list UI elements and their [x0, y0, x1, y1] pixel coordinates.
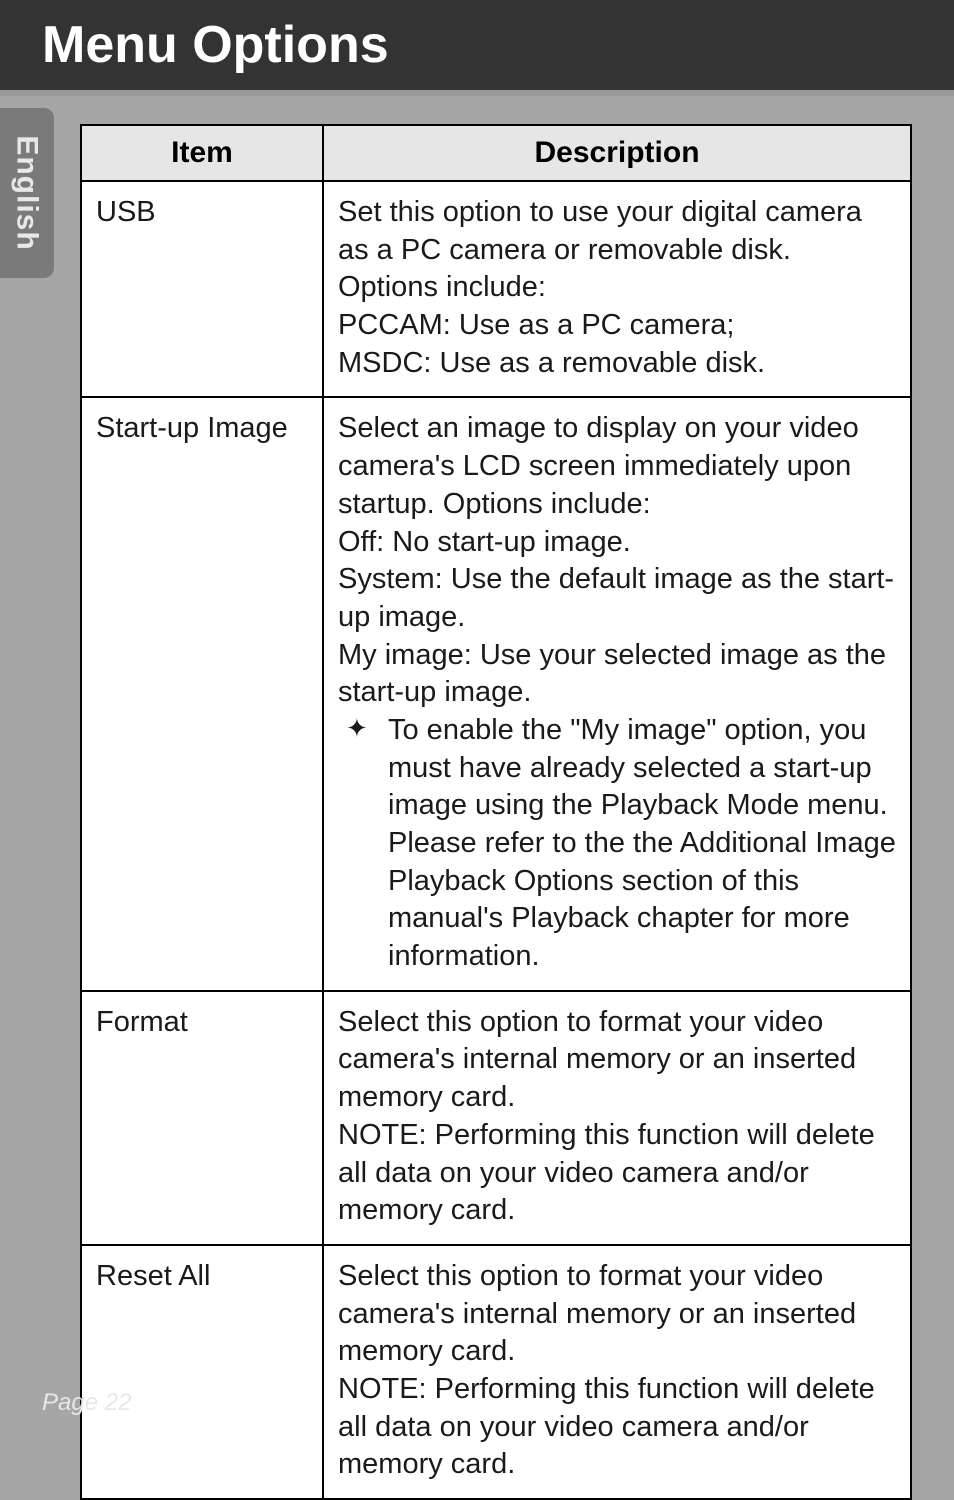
header-band: Menu Options [0, 0, 954, 96]
page-title: Menu Options [42, 15, 389, 75]
description-sublist: ✦ To enable the "My image" option, you m… [338, 712, 896, 976]
item-cell: Format [81, 991, 323, 1245]
content-area: Item Description USB Set this option to … [80, 124, 912, 1500]
description-line: Select an image to display on your video… [338, 410, 896, 523]
description-line: My image: Use your selected image as the… [338, 637, 896, 712]
description-cell: Set this option to use your digital came… [323, 181, 911, 397]
description-line: NOTE: Performing this function will dele… [338, 1371, 896, 1484]
description-line: PCCAM: Use as a PC camera; [338, 307, 896, 345]
description-line: NOTE: Performing this function will dele… [338, 1117, 896, 1230]
description-line: Select this option to format your video … [338, 1258, 896, 1371]
description-line: MSDC: Use as a removable disk. [338, 345, 896, 383]
description-line: Off: No start-up image. [338, 524, 896, 562]
table-header-description: Description [323, 125, 911, 181]
description-cell: Select this option to format your video … [323, 991, 911, 1245]
table-row: Reset All Select this option to format y… [81, 1245, 911, 1499]
table-header-item: Item [81, 125, 323, 181]
language-tab-label: English [10, 135, 44, 250]
table-row: Format Select this option to format your… [81, 991, 911, 1245]
description-cell: Select an image to display on your video… [323, 397, 911, 990]
description-line: System: Use the default image as the sta… [338, 561, 896, 636]
sublist-text: To enable the "My image" option, you mus… [388, 714, 896, 972]
star-icon: ✦ [346, 712, 368, 746]
item-cell: USB [81, 181, 323, 397]
page-number: Page 22 [42, 1389, 131, 1417]
item-cell: Reset All [81, 1245, 323, 1499]
description-line: Set this option to use your digital came… [338, 194, 896, 307]
item-cell: Start-up Image [81, 397, 323, 990]
table-row: Start-up Image Select an image to displa… [81, 397, 911, 990]
table-row: USB Set this option to use your digital … [81, 181, 911, 397]
description-line: Select this option to format your video … [338, 1004, 896, 1117]
options-table: Item Description USB Set this option to … [80, 124, 912, 1500]
language-tab: English [0, 108, 54, 278]
description-cell: Select this option to format your video … [323, 1245, 911, 1499]
